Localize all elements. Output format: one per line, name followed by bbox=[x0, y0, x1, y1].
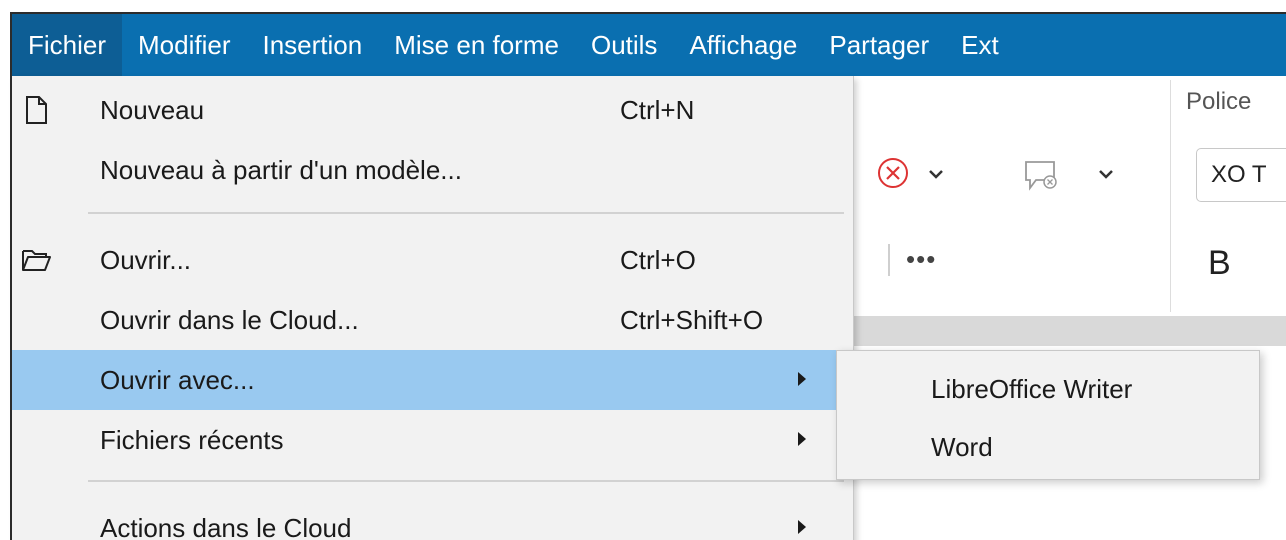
menu-item-label: Nouveau à partir d'un modèle... bbox=[100, 154, 462, 185]
menu-affichage[interactable]: Affichage bbox=[673, 14, 813, 76]
menu-bar: Fichier Modifier Insertion Mise en forme… bbox=[12, 14, 1286, 76]
menu-item-label: Actions dans le Cloud bbox=[100, 512, 352, 540]
menu-item-fichiers-recents[interactable]: Fichiers récents bbox=[12, 410, 854, 470]
chevron-down-icon[interactable] bbox=[1098, 168, 1114, 186]
reject-change-icon[interactable] bbox=[876, 156, 910, 195]
window-border-left bbox=[10, 12, 12, 540]
menu-item-label: Fichiers récents bbox=[100, 424, 284, 455]
menu-partager[interactable]: Partager bbox=[813, 14, 945, 76]
new-document-icon bbox=[20, 94, 52, 126]
menu-item-label: Ouvrir avec... bbox=[100, 364, 255, 395]
ribbon-toolbar: ••• Police XO T B bbox=[850, 76, 1286, 316]
menu-item-label: Ouvrir... bbox=[100, 244, 192, 275]
submenu-item-word[interactable]: Word bbox=[837, 417, 1261, 477]
toolbar-separator bbox=[888, 244, 890, 276]
submenu-arrow-icon bbox=[798, 372, 806, 386]
submenu-item-label: LibreOffice Writer bbox=[931, 373, 1133, 404]
menu-separator bbox=[88, 212, 844, 214]
menu-item-actions-cloud[interactable]: Actions dans le Cloud bbox=[12, 498, 854, 540]
document-canvas-border bbox=[850, 316, 1286, 346]
menu-insertion[interactable]: Insertion bbox=[247, 14, 379, 76]
menu-item-nouveau-modele[interactable]: Nouveau à partir d'un modèle... bbox=[12, 140, 854, 200]
menu-item-ouvrir[interactable]: Ouvrir... Ctrl+O bbox=[12, 230, 854, 290]
toolbar-divider bbox=[1170, 80, 1171, 312]
comment-delete-icon[interactable] bbox=[1022, 158, 1062, 197]
window-frame-top bbox=[0, 0, 1286, 12]
menu-extensions[interactable]: Ext bbox=[945, 14, 1015, 76]
bold-button[interactable]: B bbox=[1208, 244, 1231, 283]
menu-item-nouveau[interactable]: Nouveau Ctrl+N bbox=[12, 80, 854, 140]
menu-modifier[interactable]: Modifier bbox=[122, 14, 246, 76]
window-border-top bbox=[12, 12, 1286, 14]
menu-item-shortcut: Ctrl+N bbox=[620, 94, 695, 125]
submenu-arrow-icon bbox=[798, 432, 806, 446]
font-name-field[interactable]: XO T bbox=[1196, 148, 1286, 202]
font-section-label: Police bbox=[1186, 88, 1252, 115]
submenu-arrow-icon bbox=[798, 520, 806, 534]
open-folder-icon bbox=[20, 244, 52, 276]
menu-outils[interactable]: Outils bbox=[575, 14, 673, 76]
menu-item-label: Nouveau bbox=[100, 94, 205, 125]
menu-item-shortcut: Ctrl+Shift+O bbox=[620, 304, 764, 335]
submenu-item-label: Word bbox=[931, 431, 993, 462]
menu-separator bbox=[88, 480, 844, 482]
menu-item-label: Ouvrir dans le Cloud... bbox=[100, 304, 359, 335]
menu-item-ouvrir-avec[interactable]: Ouvrir avec... bbox=[12, 350, 854, 410]
menu-item-ouvrir-cloud[interactable]: Ouvrir dans le Cloud... Ctrl+Shift+O bbox=[12, 290, 854, 350]
file-menu-dropdown: Nouveau Ctrl+N Nouveau à partir d'un mod… bbox=[12, 76, 854, 540]
more-icon[interactable]: ••• bbox=[906, 244, 936, 275]
menu-item-shortcut: Ctrl+O bbox=[620, 244, 696, 275]
chevron-down-icon[interactable] bbox=[928, 168, 944, 186]
submenu-item-libreoffice-writer[interactable]: LibreOffice Writer bbox=[837, 359, 1261, 419]
menu-fichier[interactable]: Fichier bbox=[12, 14, 123, 76]
menu-mise-en-forme[interactable]: Mise en forme bbox=[378, 14, 575, 76]
open-with-submenu: LibreOffice Writer Word bbox=[836, 350, 1260, 480]
